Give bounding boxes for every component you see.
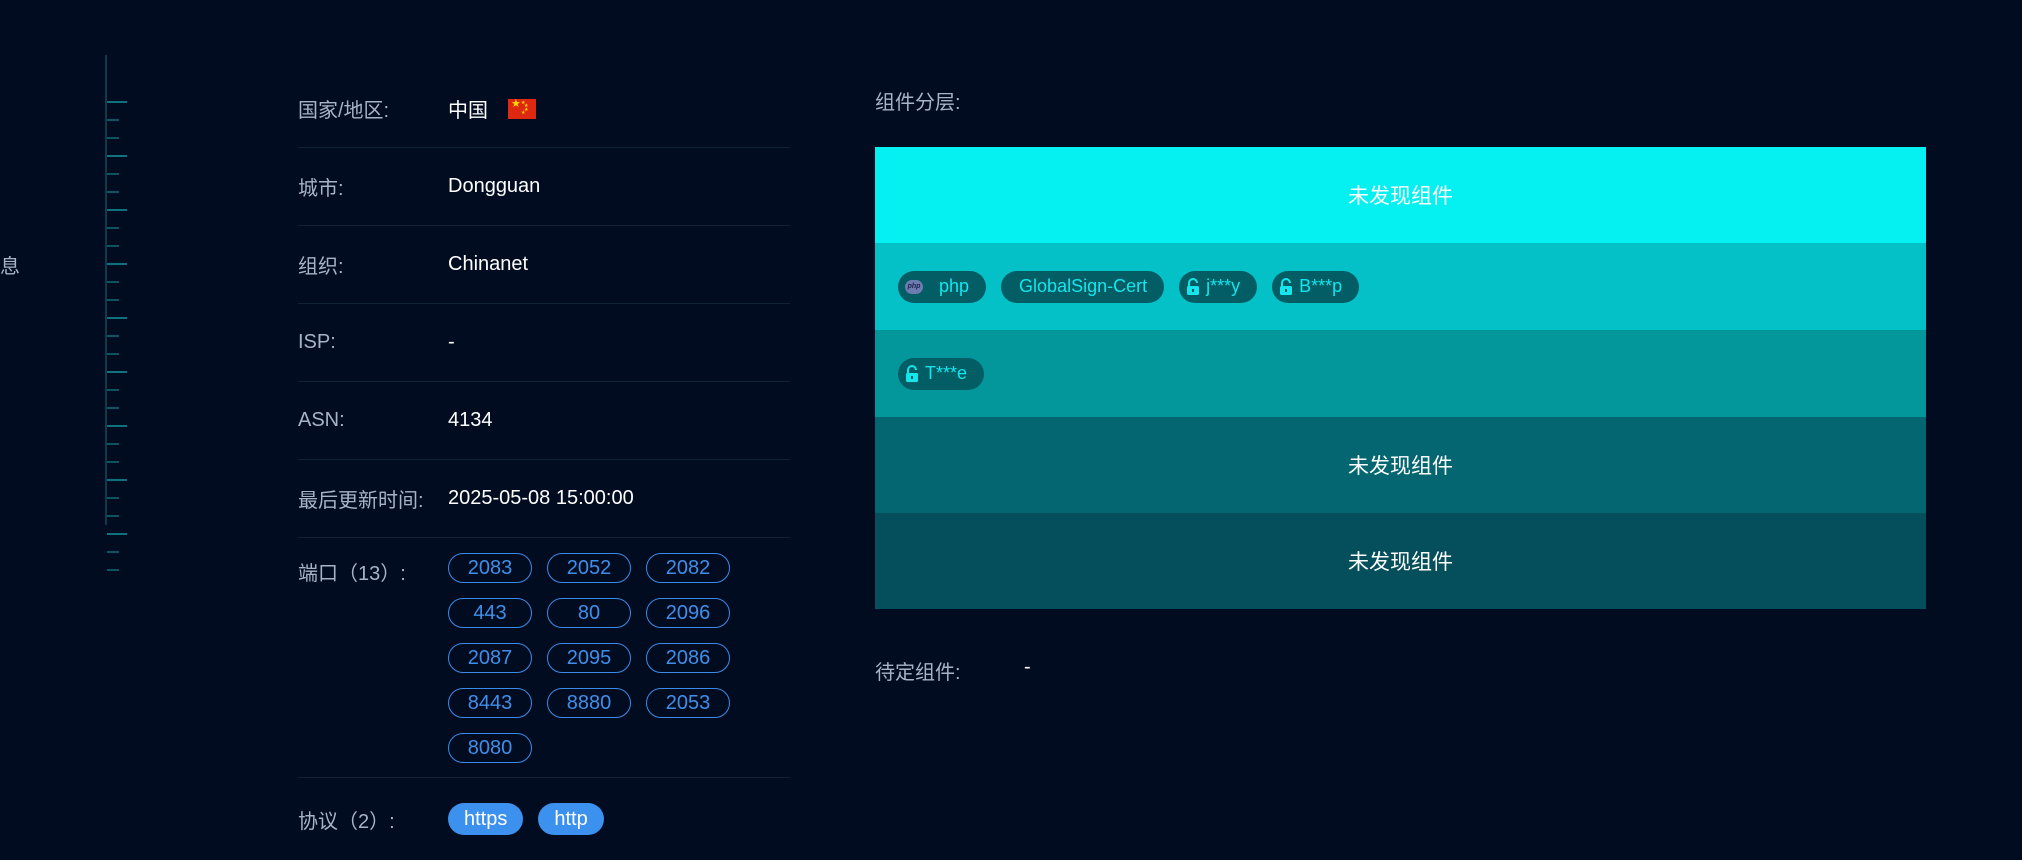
city-value: Dongguan — [448, 175, 541, 197]
ruler-tick — [107, 119, 119, 121]
layer-empty-text: 未发现组件 — [1348, 551, 1453, 574]
layer-empty-text: 未发现组件 — [1348, 455, 1453, 478]
component-name: j***y — [1206, 276, 1241, 296]
ruler-tick — [107, 389, 119, 391]
port-chip-list: 2083 2052 2082 443 80 2096 2087 2095 2086 8443 888… — [448, 553, 748, 763]
country-value: 中国 — [448, 100, 488, 122]
isp-value: - — [448, 331, 455, 353]
port-chip[interactable]: 2086 — [646, 643, 730, 673]
updated-value: 2025-05-08 15:00:00 — [448, 487, 634, 509]
ruler-tick — [107, 191, 119, 193]
ruler-tick — [107, 533, 127, 535]
port-chip[interactable]: 2083 — [448, 553, 532, 583]
port-chip[interactable]: 443 — [448, 598, 532, 628]
component-layers: 未发现组件 php php GlobalSign-Cert j***y B***p T*… — [875, 147, 1926, 609]
ruler-tick — [107, 317, 127, 319]
org-value: Chinanet — [448, 253, 529, 275]
isp-row: ISP: - — [298, 304, 790, 382]
truncated-nav-text: 息 — [0, 256, 20, 278]
org-label: 组织: — [298, 256, 344, 278]
ports-row: 端口（13）: 2083 2052 2082 443 80 2096 2087 2095 208… — [298, 538, 790, 778]
port-chip[interactable]: 2095 — [547, 643, 631, 673]
lock-icon — [906, 364, 918, 382]
component-chip[interactable]: T***e — [898, 357, 985, 390]
ruler-tick — [107, 569, 119, 571]
city-row: 城市: Dongguan — [298, 148, 790, 226]
org-row: 组织: Chinanet — [298, 226, 790, 304]
lock-icon — [1187, 277, 1200, 295]
ruler-tick — [107, 371, 127, 373]
ruler-tick — [107, 425, 127, 427]
asn-label: ASN: — [298, 409, 345, 431]
ruler-tick — [107, 353, 119, 355]
ruler-tick — [107, 407, 119, 409]
ruler-tick — [107, 263, 127, 265]
ports-label: 端口（13）: — [298, 563, 406, 585]
ruler-tick — [107, 209, 127, 211]
port-chip[interactable]: 8443 — [448, 688, 532, 718]
ruler-tick — [107, 155, 127, 157]
port-chip[interactable]: 8080 — [448, 733, 532, 763]
ruler-tick — [107, 227, 119, 229]
asn-row: ASN: 4134 — [298, 382, 790, 460]
layer-5: 未发现组件 — [875, 513, 1926, 609]
component-chip[interactable]: GlobalSign-Cert — [1001, 270, 1165, 303]
ruler-axis — [105, 55, 107, 525]
ruler-tick — [107, 173, 119, 175]
ruler-tick — [107, 335, 119, 337]
ruler-tick — [107, 443, 119, 445]
layer-empty-text: 未发现组件 — [1348, 185, 1453, 208]
china-flag-icon: ★ ★ ★ ★ ★ — [508, 98, 536, 119]
ruler-tick — [107, 281, 119, 283]
country-label: 国家/地区: — [298, 100, 390, 122]
layer-2: php php GlobalSign-Cert j***y B***p — [875, 243, 1926, 330]
component-chip[interactable]: php php — [898, 270, 987, 303]
country-row: 国家/地区: 中国 ★ ★ ★ ★ ★ — [298, 70, 790, 148]
port-chip[interactable]: 2096 — [646, 598, 730, 628]
layer-1: 未发现组件 — [875, 147, 1926, 243]
protocol-chip[interactable]: https — [448, 803, 524, 835]
ruler-tick — [107, 515, 119, 517]
timeline-ruler — [105, 55, 135, 571]
asn-value: 4134 — [448, 409, 493, 431]
protocol-chip[interactable]: http — [538, 803, 604, 835]
ruler-tick — [107, 299, 119, 301]
component-chip[interactable]: j***y — [1179, 270, 1258, 303]
protocol-chip-list: https http — [448, 803, 619, 835]
layer-4: 未发现组件 — [875, 417, 1926, 513]
pending-value: - — [1024, 656, 1031, 678]
ruler-tick — [107, 245, 119, 247]
ruler-tick — [107, 551, 119, 553]
pending-components: 待定组件: - — [875, 656, 1031, 685]
component-name: B***p — [1299, 276, 1343, 296]
lock-icon — [1280, 277, 1293, 295]
port-chip[interactable]: 2087 — [448, 643, 532, 673]
component-name: T***e — [925, 363, 968, 383]
ruler-tick — [107, 497, 119, 499]
component-name: php — [939, 276, 970, 296]
port-chip[interactable]: 80 — [547, 598, 631, 628]
city-label: 城市: — [298, 178, 344, 200]
protocols-row: 协议（2）: https http — [298, 778, 790, 860]
pending-label: 待定组件: — [875, 662, 961, 684]
layers-label: 组件分层: — [875, 92, 961, 114]
updated-row: 最后更新时间: 2025-05-08 15:00:00 — [298, 460, 790, 538]
port-chip[interactable]: 8880 — [547, 688, 631, 718]
php-icon: php — [905, 279, 923, 294]
component-chip[interactable]: B***p — [1272, 270, 1360, 303]
info-panel: 国家/地区: 中国 ★ ★ ★ ★ ★ 城市: Dongguan 组织: Chi… — [298, 70, 790, 860]
port-chip[interactable]: 2053 — [646, 688, 730, 718]
updated-label: 最后更新时间: — [298, 490, 424, 512]
layer-3: T***e — [875, 330, 1926, 417]
ruler-tick — [107, 101, 127, 103]
component-name: GlobalSign-Cert — [1019, 276, 1148, 296]
port-chip[interactable]: 2082 — [646, 553, 730, 583]
ruler-tick — [107, 479, 127, 481]
port-chip[interactable]: 2052 — [547, 553, 631, 583]
ruler-tick — [107, 461, 119, 463]
protocols-label: 协议（2）: — [298, 810, 395, 833]
isp-label: ISP: — [298, 331, 336, 353]
ruler-tick — [107, 137, 119, 139]
